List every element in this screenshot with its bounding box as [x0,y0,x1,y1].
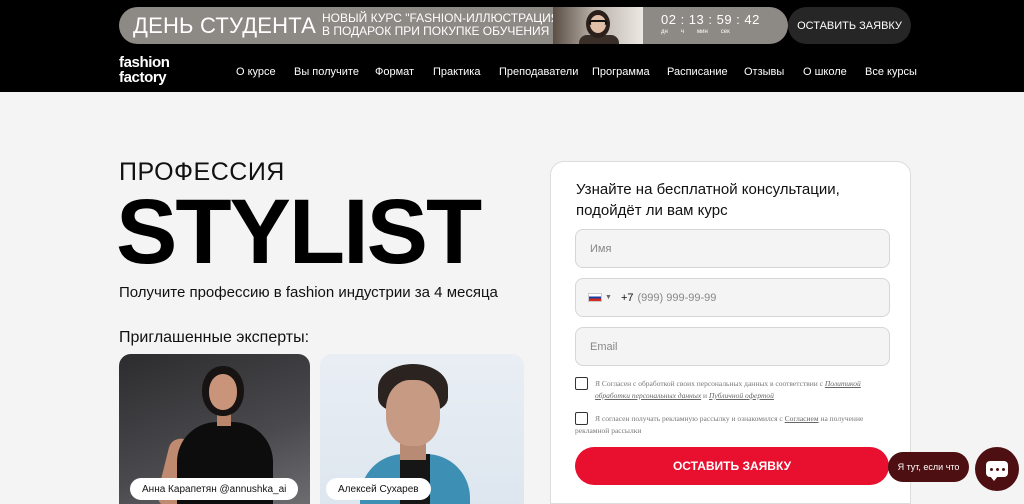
consent-text-part: Я Согласен с обработкой своих персональн… [595,379,825,388]
consent-text: Я согласен получать рекламную рассылку и… [575,413,891,437]
timer-unit-seconds: сек [720,29,730,35]
consultation-form: Узнайте на бесплатной консультации, подо… [550,161,911,504]
timer-unit-minutes: мин [696,29,708,35]
timer-units: дн ч мин сек [661,29,746,35]
nav-item-format[interactable]: Формат [375,66,414,78]
header-cta-button[interactable]: ОСТАВИТЬ ЗАЯВКУ [788,7,911,44]
nav-item-teachers[interactable]: Преподаватели [499,66,578,78]
chat-prompt-bubble[interactable]: Я тут, если что [888,452,969,482]
agreement-link[interactable]: Согласием [785,414,819,423]
site-header: ДЕНЬ СТУДЕНТА НОВЫЙ КУРС "FASHION-ИЛЛЮСТ… [0,0,1024,92]
submit-button[interactable]: ОСТАВИТЬ ЗАЯВКУ [575,447,889,485]
experts-heading: Приглашенные эксперты: [119,329,310,346]
public-offer-link[interactable]: Публичной офертой [709,391,774,400]
logo[interactable]: fashion factory [119,55,183,85]
timer-digits: 02 : 13 : 59 : 42 [661,12,760,27]
phone-placeholder: (999) 999-99-99 [637,291,717,304]
consent-text-part: Я согласен получать рекламную рассылку и… [595,414,785,423]
chevron-down-icon[interactable]: ▼ [605,294,612,301]
nav-item-program[interactable]: Программа [592,66,650,78]
expert-card[interactable]: Алексей Сухарев [320,354,524,504]
promo-offer-line-2: В ПОДАРОК ПРИ ПОКУПКЕ ОБУЧЕНИЯ [322,24,550,38]
email-field[interactable]: Email [575,327,890,366]
email-placeholder: Email [590,340,618,353]
nav-item-reviews[interactable]: Отзывы [744,66,784,78]
chat-icon [986,461,1008,481]
hero-title: STYLIST [116,181,482,283]
phone-field[interactable]: ▼ +7 (999) 999-99-99 [575,278,890,317]
timer-unit-days: дн [661,29,668,35]
hero-subtitle: Получите профессию в fashion индустрии з… [119,284,498,301]
expert-name: Алексей Сухарев [326,478,431,500]
russia-flag-icon[interactable] [588,293,602,302]
name-placeholder: Имя [590,242,612,255]
nav-item-schedule[interactable]: Расписание [667,66,728,78]
promo-offer: НОВЫЙ КУРС "FASHION-ИЛЛЮСТРАЦИЯ" В ПОДАР… [322,12,564,38]
nav-item-benefits[interactable]: Вы получите [294,66,359,78]
consent-checkbox[interactable] [575,377,588,390]
nav-item-school[interactable]: О школе [803,66,847,78]
phone-country-code: +7 [620,291,634,304]
consent-text: Я Согласен с обработкой своих персональн… [595,378,891,402]
promo-photo [553,7,643,44]
logo-line-1: fashion [119,54,170,71]
form-title: Узнайте на бесплатной консультации, подо… [576,181,840,219]
expert-name: Анна Карапетян @annushka_ai [130,478,299,500]
timer-unit-hours: ч [680,29,684,35]
expert-card[interactable]: Анна Карапетян @annushka_ai [119,354,310,504]
consent-text-part: и [701,391,709,400]
nav-item-all-courses[interactable]: Все курсы [865,66,917,78]
chat-button[interactable] [975,447,1019,491]
countdown-timer: 02 : 13 : 59 : 42 дн ч мин сек [661,12,760,35]
logo-line-2: factory [119,69,167,86]
nav-item-about[interactable]: О курсе [236,66,276,78]
name-field[interactable]: Имя [575,229,890,268]
promo-banner[interactable]: ДЕНЬ СТУДЕНТА НОВЫЙ КУРС "FASHION-ИЛЛЮСТ… [119,7,788,44]
nav-item-practice[interactable]: Практика [433,66,480,78]
promo-title: ДЕНЬ СТУДЕНТА [133,13,317,38]
